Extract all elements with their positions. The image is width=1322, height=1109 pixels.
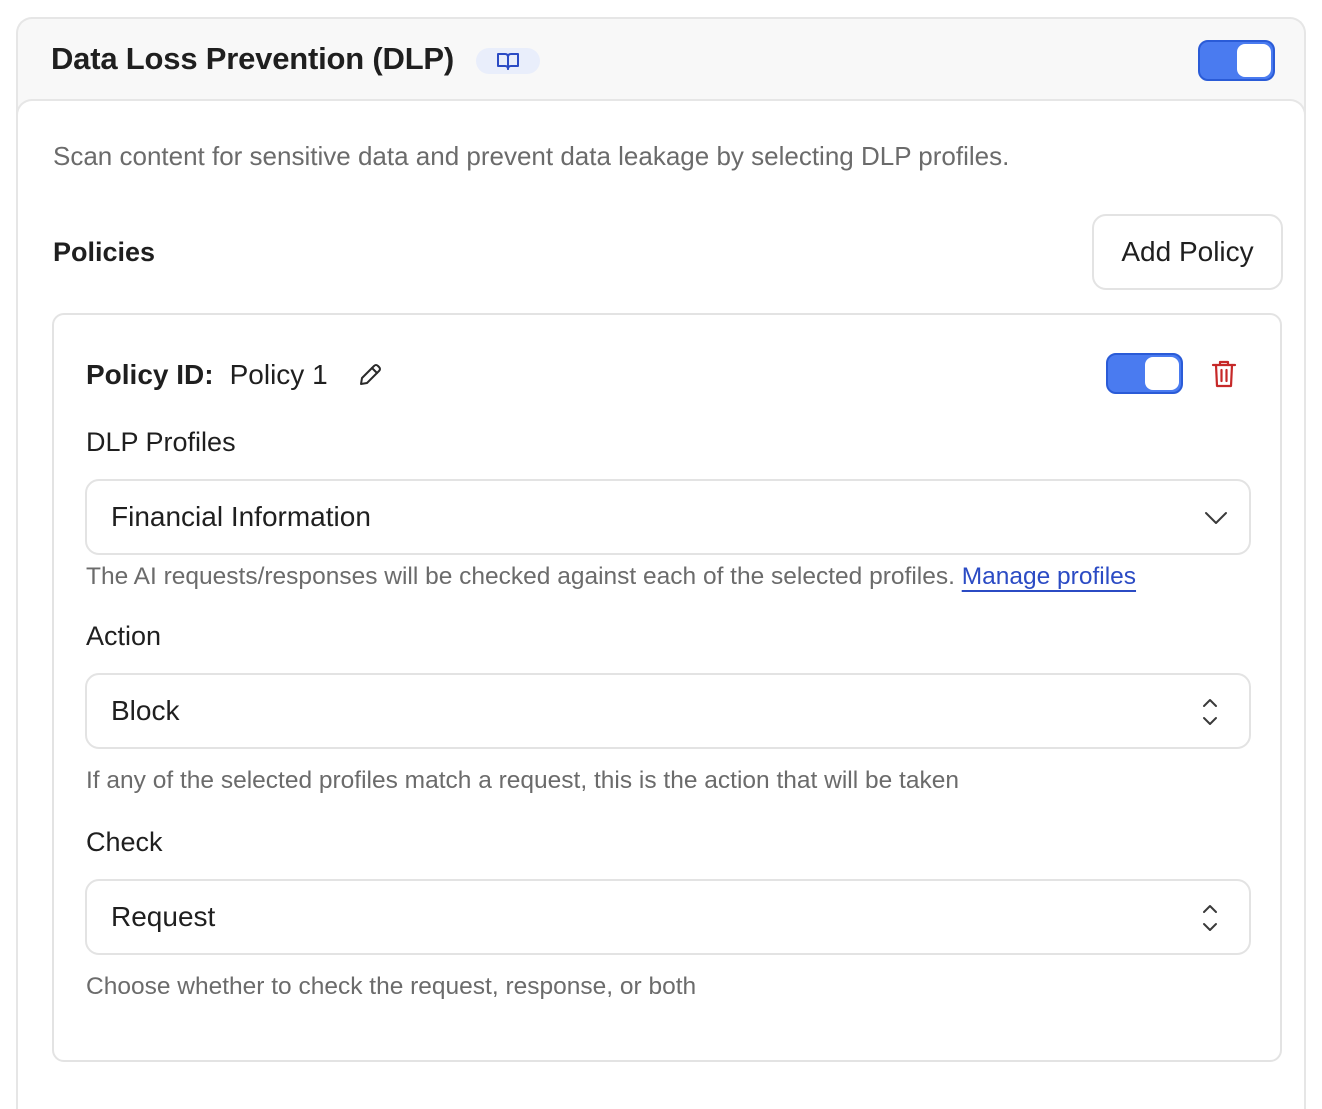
action-label: Action <box>86 621 162 651</box>
check-select[interactable]: Request <box>85 879 1251 955</box>
policies-title: Policies <box>53 237 156 267</box>
trash-icon[interactable] <box>1210 359 1238 389</box>
dlp-profiles-label: DLP Profiles <box>86 427 236 457</box>
check-label: Check <box>86 827 163 857</box>
policy-id-label: Policy ID: <box>86 359 214 390</box>
check-value: Request <box>111 901 216 932</box>
chevron-down-icon <box>1205 512 1227 524</box>
card-body: Scan content for sensitive data and prev… <box>16 99 1306 1109</box>
dlp-profiles-help-text: The AI requests/responses will be checke… <box>86 563 955 590</box>
dlp-description: Scan content for sensitive data and prev… <box>53 141 1010 171</box>
dlp-profiles-select[interactable]: Financial Information <box>85 479 1251 555</box>
policy-card: Policy ID: Policy 1 DLP Profiles Financi… <box>52 313 1282 1062</box>
dlp-enable-toggle[interactable] <box>1198 40 1275 81</box>
check-help: Choose whether to check the request, res… <box>86 973 697 1000</box>
add-policy-button[interactable]: Add Policy <box>1092 214 1283 290</box>
chevron-up-down-icon <box>1203 905 1217 931</box>
action-value: Block <box>111 695 180 726</box>
toggle-knob <box>1237 44 1271 77</box>
chevron-up-down-icon <box>1203 699 1217 725</box>
policy-id-row: Policy ID: Policy 1 <box>86 355 384 395</box>
action-select[interactable]: Block <box>85 673 1251 749</box>
card-title: Data Loss Prevention (DLP) <box>51 41 455 76</box>
toggle-knob <box>1145 357 1179 390</box>
dlp-card: Data Loss Prevention (DLP) Scan content … <box>16 17 1306 1109</box>
manage-profiles-link[interactable]: Manage profiles <box>962 563 1136 590</box>
book-icon <box>497 53 519 70</box>
policy-id-value: Policy 1 <box>229 359 328 390</box>
dlp-profiles-value: Financial Information <box>111 501 371 532</box>
dlp-profiles-help: The AI requests/responses will be checke… <box>86 563 1136 591</box>
action-help: If any of the selected profiles match a … <box>86 767 959 794</box>
policy-enable-toggle[interactable] <box>1106 353 1183 394</box>
card-header: Data Loss Prevention (DLP) <box>18 19 1304 99</box>
pencil-icon[interactable] <box>356 361 384 389</box>
docs-link[interactable] <box>476 48 540 74</box>
